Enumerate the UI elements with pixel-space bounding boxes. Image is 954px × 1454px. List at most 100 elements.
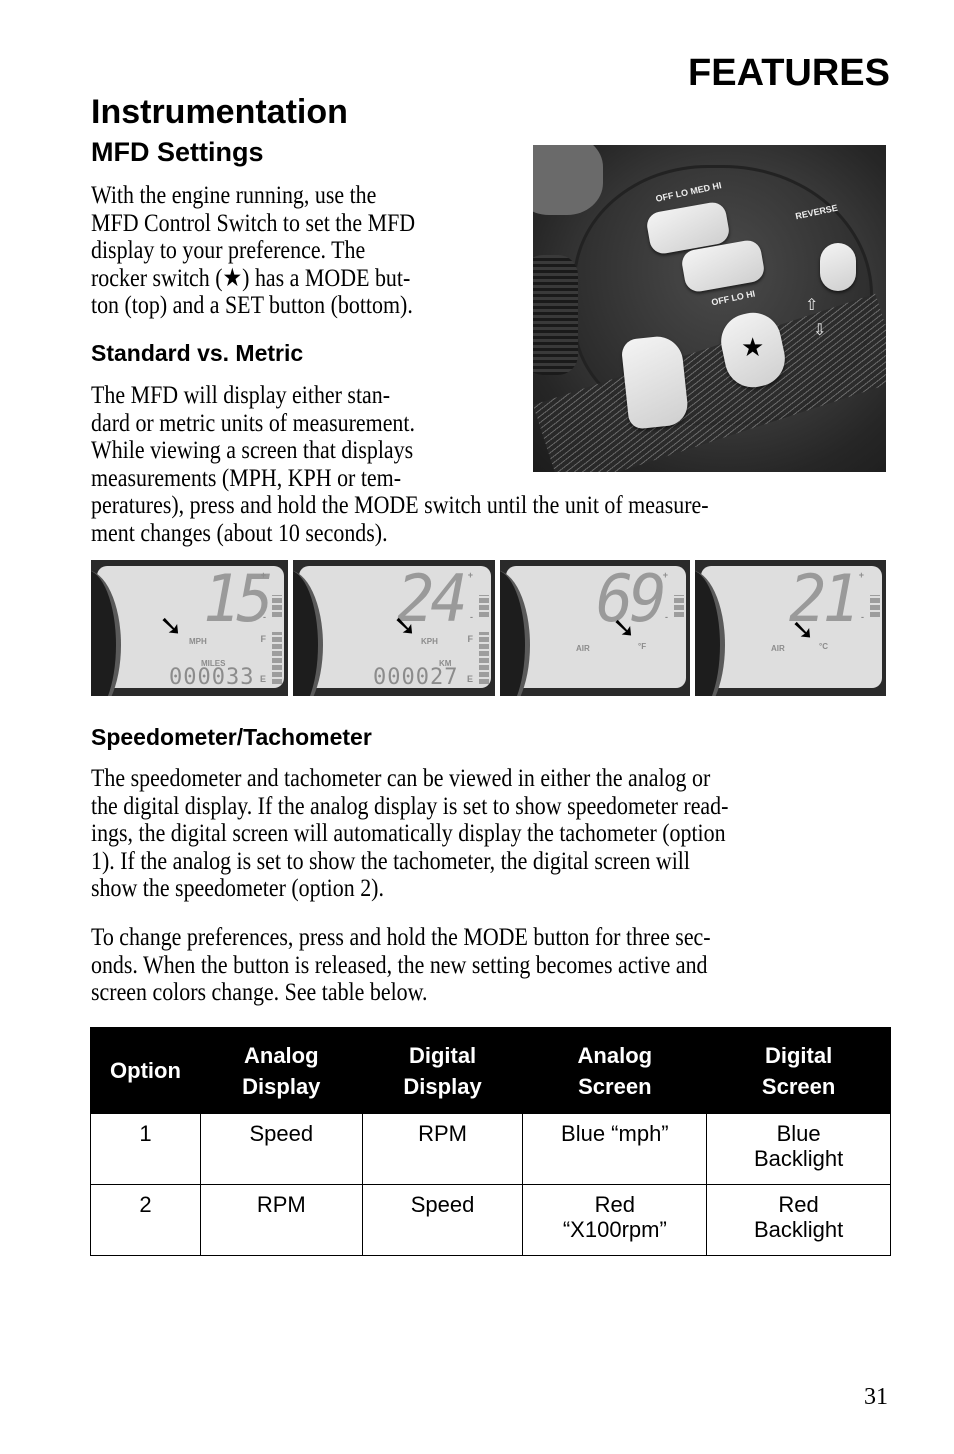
cell-analog-screen: Blue “mph” [522,1113,708,1185]
cell-text-line: Speed [249,1121,314,1146]
page-number: 31 [864,1384,888,1410]
speedometer-tachometer-heading: Speedometer/Tachometer [91,724,372,750]
text-line: While viewing a screen that displays [91,435,414,464]
table-header-row: Option Analog Display Digital Display Analog S… [90,1027,891,1114]
header-text-line: Digital [408,1042,477,1068]
lcd-plus: + [260,570,266,580]
text-line: The MFD will display either stan- [91,380,391,409]
battery-gauge [479,595,489,617]
lcd-minus: - [470,612,473,622]
lcd-minus: - [861,612,864,622]
text-line: ment changes (about 10 seconds). [91,517,388,547]
text-line: ings, the digital screen will automatica… [91,818,726,847]
standard-vs-metric-paragraph: The MFD will display either stan- dard o… [91,380,709,547]
header-text-line: Digital [764,1042,833,1068]
cell-text-line: Speed [410,1192,475,1217]
header-text-line: Option [110,1058,181,1083]
lcd-label: AIR [576,644,590,653]
table-row: 2 RPM Speed Red “X100rpm” Red Backlight [90,1184,891,1256]
lcd-label: AIR [771,644,785,653]
battery-gauge [272,595,282,617]
column-header-option: Option [90,1027,201,1114]
cell-text-line: 2 [139,1192,152,1217]
text-line: With the engine running, use the [91,180,377,209]
lcd-fuel-full: F [260,634,267,644]
column-header-digital-screen: Digital Screen [706,1027,891,1114]
cell-analog-display: Speed [199,1113,363,1185]
up-arrow-icon: ⇧ [805,297,819,314]
cell-text-line: RPM [418,1121,467,1146]
lcd-minus: - [263,612,266,622]
reverse-button [820,243,856,291]
pointer-arrow-icon: ➘ [159,609,183,642]
lcd-fuel-full: F [467,634,474,644]
text-line: the digital display. If the analog displ… [91,790,729,820]
handlebar-grip [533,255,578,375]
cell-text-line: RPM [256,1192,306,1217]
header-text-line: Screen [761,1073,836,1099]
cell-text-line: “X100rpm” [562,1217,667,1242]
lcd-unit: KPH [421,637,438,646]
column-header-analog-screen: Analog Screen [522,1027,708,1114]
text-line: The speedometer and tachometer can be vi… [91,763,711,792]
table-row: 1 Speed RPM Blue “mph” Blue Backlight [90,1113,891,1185]
page-title: Instrumentation [91,93,348,131]
fuel-gauge [479,632,489,684]
cell-analog-display: RPM [199,1184,363,1256]
brake-lever-shape [533,145,603,215]
lcd-minus: - [665,612,668,622]
lcd-fuel-empty: E [466,674,473,684]
lcd-plus: + [662,570,668,580]
lcd-fuel-empty: E [259,674,266,684]
standard-vs-metric-heading: Standard vs. Metric [91,340,304,366]
text-line: onds. When the button is released, the n… [91,949,708,979]
text-line: screen colors change. See table below. [91,977,428,1006]
cell-text-line: Blue [776,1121,821,1146]
lcd-plus: + [467,570,473,580]
header-text-line: Analog [577,1042,653,1068]
mfd-settings-heading: MFD Settings [91,137,264,167]
text-line: 1). If the analog is set to show the tac… [91,845,690,875]
pointer-arrow-icon: ➘ [612,611,636,644]
lcd-example-kph: 24 ➘ KPH KM 000027 + - F E [293,560,495,696]
pointer-arrow-icon: ➘ [393,609,417,642]
mfd-control-switch-photo: OFF LO MED HI OFF LO HI REVERSE ★ ⇧ ⇩ [533,145,886,472]
cell-option: 1 [90,1113,201,1185]
cell-text-line: 1 [139,1121,152,1146]
cell-digital-display: RPM [361,1113,524,1185]
cell-option: 2 [90,1184,201,1256]
headlight-switch [620,334,690,430]
cell-text-line: Red [778,1192,819,1217]
lcd-example-mph: 15 ➘ MPH MILES 000033 + - F E [91,560,288,696]
header-text-line: Display [242,1073,321,1099]
cell-digital-display: Speed [361,1184,524,1256]
text-line: MFD Control Switch to set the MFD [91,207,416,237]
cell-analog-screen: Red “X100rpm” [522,1184,708,1256]
text-line: rocker switch (★) has a MODE but- [91,262,411,292]
lcd-reading: 15 [203,560,274,637]
column-header-digital-display: Digital Display [361,1027,524,1114]
lcd-example-row: 15 ➘ MPH MILES 000033 + - F E 24 ➘ KPH K… [91,560,886,696]
text-line: dard or metric units of measurement. [91,407,415,437]
lcd-plus: + [858,570,864,580]
speedometer-paragraph-1: The speedometer and tachometer can be vi… [91,764,891,902]
fuel-gauge [272,632,282,684]
cell-digital-screen: Blue Backlight [706,1113,891,1185]
header-text-line: Screen [578,1073,652,1099]
cell-text-line: Blue “mph” [561,1121,669,1146]
star-icon: ★ [741,333,765,362]
speedometer-paragraph-2: To change preferences, press and hold th… [91,923,891,1006]
text-line: peratures), press and hold the MODE swit… [91,490,709,519]
text-line: measurements (MPH, KPH or tem- [91,462,402,492]
lcd-unit: MPH [189,637,207,646]
lcd-example-celsius: 21 ➘ AIR °C + - [695,560,886,696]
text-line: To change preferences, press and hold th… [91,922,711,951]
text-line: display to your preference. The [91,235,366,264]
section-header: FEATURES [688,52,890,94]
lcd-odometer: 000027 [373,665,459,690]
header-text-line: Analog [244,1042,319,1068]
text-line: ton (top) and a SET button (bottom). [91,290,413,319]
column-header-analog-display: Analog Display [199,1027,363,1114]
cell-digital-screen: Red Backlight [706,1184,891,1256]
pointer-arrow-icon: ➘ [791,613,815,646]
